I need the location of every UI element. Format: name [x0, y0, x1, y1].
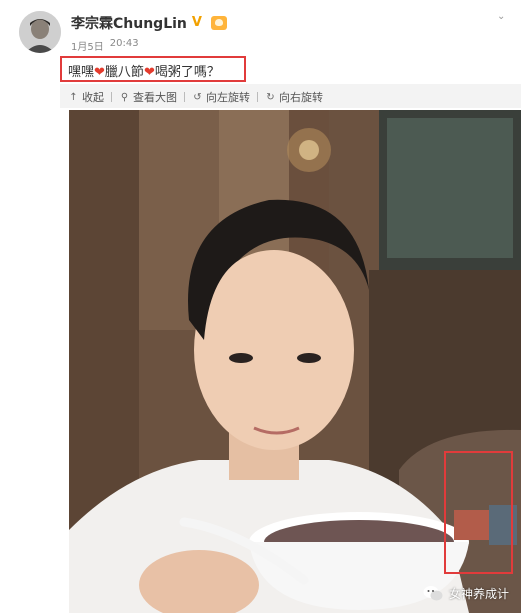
verified-v-icon: V	[191, 15, 202, 30]
heart-emoji-icon: ❤	[143, 65, 155, 80]
highlight-box	[444, 451, 513, 574]
collapse-button[interactable]: ↑ 收起	[68, 89, 104, 105]
chevron-down-icon[interactable]: ⌄	[497, 12, 511, 22]
up-arrow-icon: ↑	[69, 91, 78, 103]
post-timestamp[interactable]: 1月5日 20:43	[71, 38, 139, 53]
toolbar-divider	[111, 92, 112, 102]
heart-emoji-icon: ❤	[94, 65, 105, 80]
watermark-text: 女神养成计	[448, 587, 509, 601]
media-toolbar: ↑ 收起 ⚲ 查看大图 ↺ 向左旋转 ↻ 向右旋转	[68, 88, 323, 106]
toolbar-divider	[257, 92, 258, 102]
view-large-label: 查看大图	[133, 91, 177, 104]
fan-badge-icon[interactable]	[210, 16, 227, 30]
content-text-1: 嘿嘿	[68, 65, 95, 80]
rotate-left-label: 向左旋转	[206, 91, 250, 104]
rotate-right-label: 向右旋转	[279, 91, 323, 104]
post-date: 1月5日	[71, 42, 104, 53]
rotate-right-icon: ↻	[266, 91, 275, 103]
magnifier-icon: ⚲	[120, 91, 129, 103]
rotate-left-button[interactable]: ↺ 向左旋转	[192, 89, 250, 105]
rotate-left-icon: ↺	[193, 91, 202, 103]
view-large-button[interactable]: ⚲ 查看大图	[119, 89, 177, 105]
author-name[interactable]: 李宗霖ChungLin	[71, 13, 187, 33]
watermark: 女神养成计	[423, 585, 509, 602]
content-text-3: 喝粥了嗎？	[154, 65, 220, 80]
author-row: 李宗霖ChungLin V	[71, 14, 227, 32]
content-text-2: 臘八節	[104, 65, 144, 80]
weibo-post: ⌄ 李宗霖ChungLin V 1月5日 20:43 嘿嘿❤臘八節❤喝粥了嗎？ …	[0, 0, 521, 613]
collapse-label: 收起	[82, 91, 104, 104]
avatar[interactable]	[19, 11, 61, 53]
toolbar-divider	[184, 92, 185, 102]
rotate-right-button[interactable]: ↻ 向右旋转	[265, 89, 323, 105]
post-content: 嘿嘿❤臘八節❤喝粥了嗎？	[60, 56, 246, 82]
post-time: 20:43	[109, 38, 139, 49]
wechat-icon	[423, 585, 443, 602]
